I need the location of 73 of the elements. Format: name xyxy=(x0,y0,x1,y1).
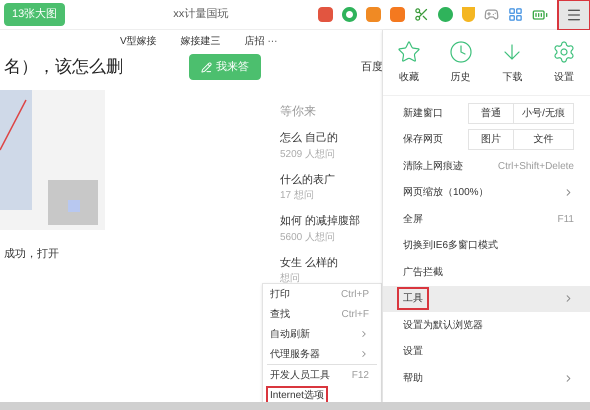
question-title: 名），该怎么删 xyxy=(4,56,124,78)
shortcut-button[interactable]: 设置 xyxy=(552,40,576,85)
shield-icon[interactable] xyxy=(462,7,475,22)
submenu-item[interactable]: Internet选项 xyxy=(263,385,381,405)
menu-item-label: 全屏 xyxy=(402,212,424,227)
settings-icon xyxy=(552,40,576,64)
shortcut-button[interactable]: 历史 xyxy=(448,40,473,85)
shortcut-button[interactable]: 收藏 xyxy=(396,40,421,85)
menu-option-button[interactable]: 普通 xyxy=(469,104,513,123)
submenu-item-label: 打印 xyxy=(269,288,291,302)
shortcut-button[interactable]: 下载 xyxy=(500,40,524,85)
submenu-item-label: 开发人员工具 xyxy=(269,368,331,382)
menu-item[interactable]: 广告拦截 xyxy=(383,259,590,286)
submenu-item-label: 代理服务器 xyxy=(269,348,321,362)
shortcut-label: F12 xyxy=(352,368,369,382)
clock-icon xyxy=(448,40,473,64)
star-icon xyxy=(396,40,421,64)
submenu-item[interactable]: 打印 Ctrl+P xyxy=(263,284,381,304)
menu-item[interactable]: 切换到IE6多窗口模式 xyxy=(383,232,590,259)
bookmark-link[interactable]: 店招 ··· xyxy=(244,34,278,48)
submenu-item[interactable]: 代理服务器 xyxy=(263,344,381,364)
gamepad-icon[interactable] xyxy=(484,7,499,22)
shop-icon[interactable] xyxy=(318,7,333,22)
menu-option-button[interactable]: 图片 xyxy=(469,130,513,150)
menu-item-label: 保存网页 xyxy=(402,133,444,148)
bookmark-link[interactable]: V型嫁接 xyxy=(120,34,157,48)
menu-item-label: 广告拦截 xyxy=(402,266,444,280)
menu-item-label: 清除上网痕迹 xyxy=(402,160,464,174)
app-icon[interactable] xyxy=(390,7,405,22)
menu-item-label: 设置为默认浏览器 xyxy=(402,318,484,333)
submenu-item-label: 自动刷新 xyxy=(269,328,311,342)
menu-item[interactable]: 帮助 xyxy=(383,365,590,392)
submenu-item[interactable]: 开发人员工具 F12 xyxy=(263,365,381,385)
menu-item[interactable]: 保存网页 图片 文件 xyxy=(383,126,590,153)
menu-item[interactable]: 全屏 F11 xyxy=(383,206,590,232)
coin-icon[interactable] xyxy=(438,7,453,22)
menu-item[interactable]: 设置 xyxy=(383,338,590,365)
submenu-item[interactable]: 查找 Ctrl+F xyxy=(263,304,381,324)
menu-item[interactable]: 工具 xyxy=(383,286,590,312)
menu-item-label: 网页缩放（100%） xyxy=(402,186,490,200)
menu-item[interactable]: 清除上网痕迹 Ctrl+Shift+Delete xyxy=(383,153,590,180)
menu-item-label: 新建窗口 xyxy=(402,106,444,121)
sidebar-meta: 5209 人想问 xyxy=(280,148,336,162)
shortcut-label: Ctrl+P xyxy=(340,288,369,302)
shortcut-label: F11 xyxy=(558,212,574,227)
sidebar-meta: 17 想问 xyxy=(280,188,315,203)
submenu-item-label: 查找 xyxy=(269,308,291,322)
clock-app-icon[interactable] xyxy=(366,7,381,22)
submenu-item[interactable]: 自动刷新 xyxy=(263,324,381,344)
menu-option-button[interactable]: 小号/无痕 xyxy=(513,104,573,123)
menu-button[interactable] xyxy=(559,1,589,29)
shortcut-label: Ctrl+Shift+Delete xyxy=(498,160,574,174)
pencil-icon xyxy=(201,62,212,72)
sidebar-meta: 5600 人想问 xyxy=(280,230,336,244)
sidebar-meta: 想问 xyxy=(280,272,301,286)
sidebar-heading: 等你来 xyxy=(280,103,317,120)
menu-item-label: 设置 xyxy=(402,344,424,360)
menu-item[interactable]: 网页缩放（100%） xyxy=(383,180,590,206)
grid-icon[interactable] xyxy=(508,7,523,22)
page-title: xx计量国玩 xyxy=(173,7,228,22)
shortcut-label: Ctrl+F xyxy=(342,308,369,322)
menu-icon xyxy=(566,7,582,23)
bookmark-link[interactable]: 嫁接建三 xyxy=(180,34,221,48)
menu-item-label: 切换到IE6多窗口模式 xyxy=(402,238,500,254)
article-text: 成功，打开 xyxy=(3,247,60,262)
menu-item[interactable]: 新建窗口 普通 小号/无痕 xyxy=(383,100,590,126)
menu-item-label: 帮助 xyxy=(402,372,424,386)
submenu-item-label: Internet选项 xyxy=(268,388,326,402)
baidu-link[interactable]: 百度 xyxy=(361,58,383,76)
menu-item-label: 工具 xyxy=(399,289,427,308)
menu-option-button[interactable]: 文件 xyxy=(513,130,573,150)
menu-item[interactable]: 设置为默认浏览器 xyxy=(383,312,590,338)
scissors-icon[interactable] xyxy=(414,7,429,22)
